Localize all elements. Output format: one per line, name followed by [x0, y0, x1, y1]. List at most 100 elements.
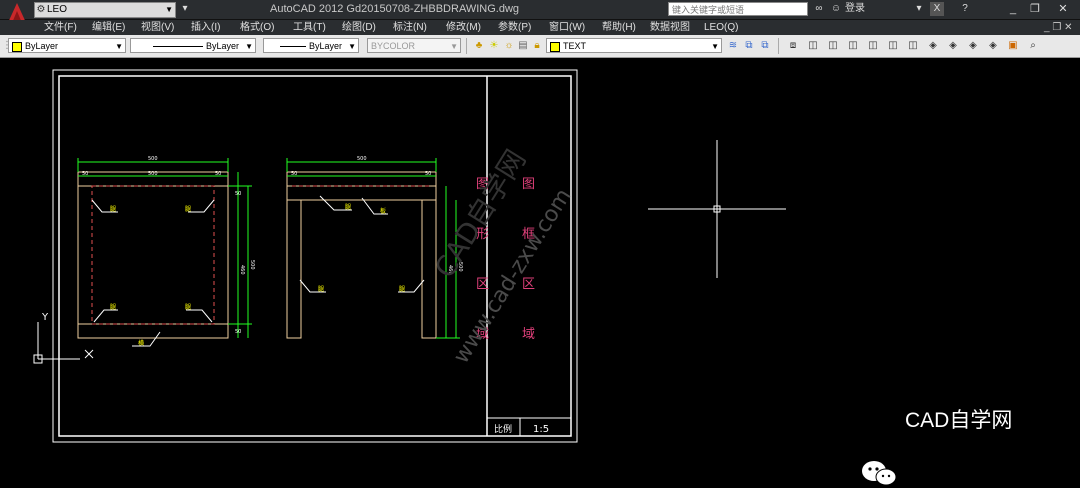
workspace-selector[interactable]: ⚙ LEO ▼	[34, 2, 176, 18]
leader	[132, 331, 161, 347]
quick-access-dropdown-icon[interactable]: ▾	[178, 2, 192, 16]
wechat-icon	[862, 461, 897, 486]
iso-ne-icon[interactable]: ◈	[966, 39, 980, 53]
front-outline	[77, 171, 229, 339]
menu-window[interactable]: 窗口(W)	[549, 21, 585, 34]
separator	[778, 38, 779, 54]
menu-parametric[interactable]: 参数(P)	[498, 21, 531, 34]
view-bottom-icon[interactable]: ◫	[826, 39, 840, 53]
lineweight-combo[interactable]: ByLayer ▼	[263, 38, 359, 53]
chevron-down-icon: ▼	[348, 42, 356, 51]
leader-text: 腿	[185, 206, 191, 213]
zoom-icon[interactable]: ⌕	[1026, 39, 1040, 53]
sun-icon[interactable]: ☼	[502, 39, 516, 53]
layers-icon[interactable]: ≋	[726, 39, 740, 53]
lightbulb-icon[interactable]: ☀	[487, 39, 501, 53]
menu-modify[interactable]: 修改(M)	[446, 21, 481, 34]
dim-text: 50	[215, 171, 221, 177]
properties-toolbar: ⋮ ByLayer ▼ ByLayer ▼ ByLayer ▼ BYCOLOR ▼ ♣ …	[0, 35, 1080, 58]
layer-state-icon[interactable]: ♣	[472, 39, 486, 53]
iso-nw-icon[interactable]: ◈	[986, 39, 1000, 53]
sign-in-button[interactable]: 登录	[845, 2, 865, 16]
view-right-icon[interactable]: ◫	[866, 39, 880, 53]
dim-text: 50	[235, 329, 241, 335]
menu-draw[interactable]: 绘图(D)	[342, 21, 376, 34]
leader	[186, 309, 213, 323]
leader	[93, 309, 118, 323]
layer-match-icon[interactable]: ⧉	[758, 39, 772, 53]
linetype-combo[interactable]: ByLayer ▼	[130, 38, 256, 53]
leader-text: 腿	[185, 304, 191, 311]
restore-button[interactable]: ❐	[1024, 1, 1046, 17]
plotstyle-combo-label: BYCOLOR	[371, 41, 416, 51]
chevron-down-icon: ▼	[450, 42, 458, 51]
dim-text: 500	[148, 171, 158, 177]
user-icon: ☺	[830, 3, 842, 14]
window-title: AutoCAD 2012 Gd20150708-ZHBBDRAWING.dwg	[270, 3, 520, 15]
menu-dimension[interactable]: 标注(N)	[393, 21, 427, 34]
camera-icon[interactable]: ▣	[1006, 39, 1020, 53]
side-top	[286, 185, 437, 201]
side-view[interactable]: 500 50 50 460 500 腿 板 腿 腿	[286, 156, 463, 339]
color-swatch-icon	[12, 41, 22, 52]
exchange-icon[interactable]: X	[930, 2, 944, 16]
menu-leo[interactable]: LEO(Q)	[704, 21, 738, 34]
brand-watermark: CAD自学网	[905, 409, 1013, 432]
ucs-y-label: Y	[41, 312, 49, 323]
menu-data-view[interactable]: 数据视图	[650, 21, 690, 34]
dim-text: 50	[82, 171, 88, 177]
iso-sw-icon[interactable]: ◈	[926, 39, 940, 53]
line-sample-icon	[152, 46, 203, 48]
chevron-down-icon: ▼	[165, 5, 173, 14]
menu-help[interactable]: 帮助(H)	[602, 21, 636, 34]
chevron-down-icon: ▼	[711, 42, 719, 51]
close-button[interactable]: ✕	[1052, 1, 1074, 17]
search-input[interactable]: 键入关键字或短语	[668, 2, 808, 16]
view-top-icon[interactable]: ◫	[806, 39, 820, 53]
dim-text: 500	[249, 260, 255, 270]
doc-minimize-button[interactable]: _ ❐ ✕	[1044, 21, 1072, 34]
workspace-label: LEO	[47, 4, 68, 15]
frame-char: 域	[522, 327, 535, 342]
menu-format[interactable]: 格式(O)	[240, 21, 274, 34]
lock-icon[interactable]: 🔒︎	[530, 39, 544, 53]
gear-icon: ⚙	[36, 4, 46, 15]
dim-text: 500	[148, 156, 158, 162]
plotstyle-combo[interactable]: BYCOLOR ▼	[367, 38, 461, 53]
color-combo[interactable]: ByLayer ▼	[8, 38, 126, 53]
chevron-down-icon: ▼	[115, 42, 123, 51]
minimize-button[interactable]: _	[1002, 1, 1024, 17]
leader-text: 腿	[318, 286, 324, 293]
menu-bar: 文件(F) 编辑(E) 视图(V) 插入(I) 格式(O) 工具(T) 绘图(D…	[0, 20, 1080, 35]
side-leg-left	[286, 199, 302, 339]
menu-file[interactable]: 文件(F)	[44, 21, 77, 34]
view-back-icon[interactable]: ◫	[906, 39, 920, 53]
dropdown-arrow-icon[interactable]: ▾	[912, 2, 926, 16]
menu-insert[interactable]: 插入(I)	[191, 21, 220, 34]
scale-value: 1:5	[533, 424, 549, 435]
menu-view[interactable]: 视图(V)	[141, 21, 174, 34]
view-icon[interactable]: ⧈	[786, 39, 800, 53]
layer-previous-icon[interactable]: ⧉	[742, 39, 756, 53]
iso-se-icon[interactable]: ◈	[946, 39, 960, 53]
grip-icon[interactable]: ⋮	[2, 39, 12, 53]
view-front-icon[interactable]: ◫	[886, 39, 900, 53]
front-view[interactable]: 500 500 50 50 50 50 460 500 腿 腿 腿 腿 横	[77, 156, 255, 347]
binoculars-icon[interactable]: ∞	[812, 2, 826, 16]
front-bottom-edge	[77, 323, 229, 339]
menu-tools[interactable]: 工具(T)	[293, 21, 326, 34]
leader-text: 腿	[399, 286, 405, 293]
layer-color-icon[interactable]: ▤	[516, 39, 530, 53]
layer-combo[interactable]: TEXT ▼	[546, 38, 722, 53]
lineweight-combo-label: ByLayer	[308, 41, 342, 51]
layer-combo-label: TEXT	[563, 41, 587, 51]
menu-edit[interactable]: 编辑(E)	[92, 21, 125, 34]
leader-text: 腿	[110, 304, 116, 311]
color-combo-label: ByLayer	[25, 41, 59, 51]
chevron-down-icon: ▼	[245, 42, 253, 51]
help-icon[interactable]: ?	[958, 2, 972, 16]
dim-text: 50	[291, 171, 297, 177]
drawing-canvas[interactable]: 比例 1:5 500 500 50 50 50 50 460 500 腿 腿 腿…	[0, 58, 1080, 486]
view-left-icon[interactable]: ◫	[846, 39, 860, 53]
dim-text: 500	[357, 156, 367, 162]
